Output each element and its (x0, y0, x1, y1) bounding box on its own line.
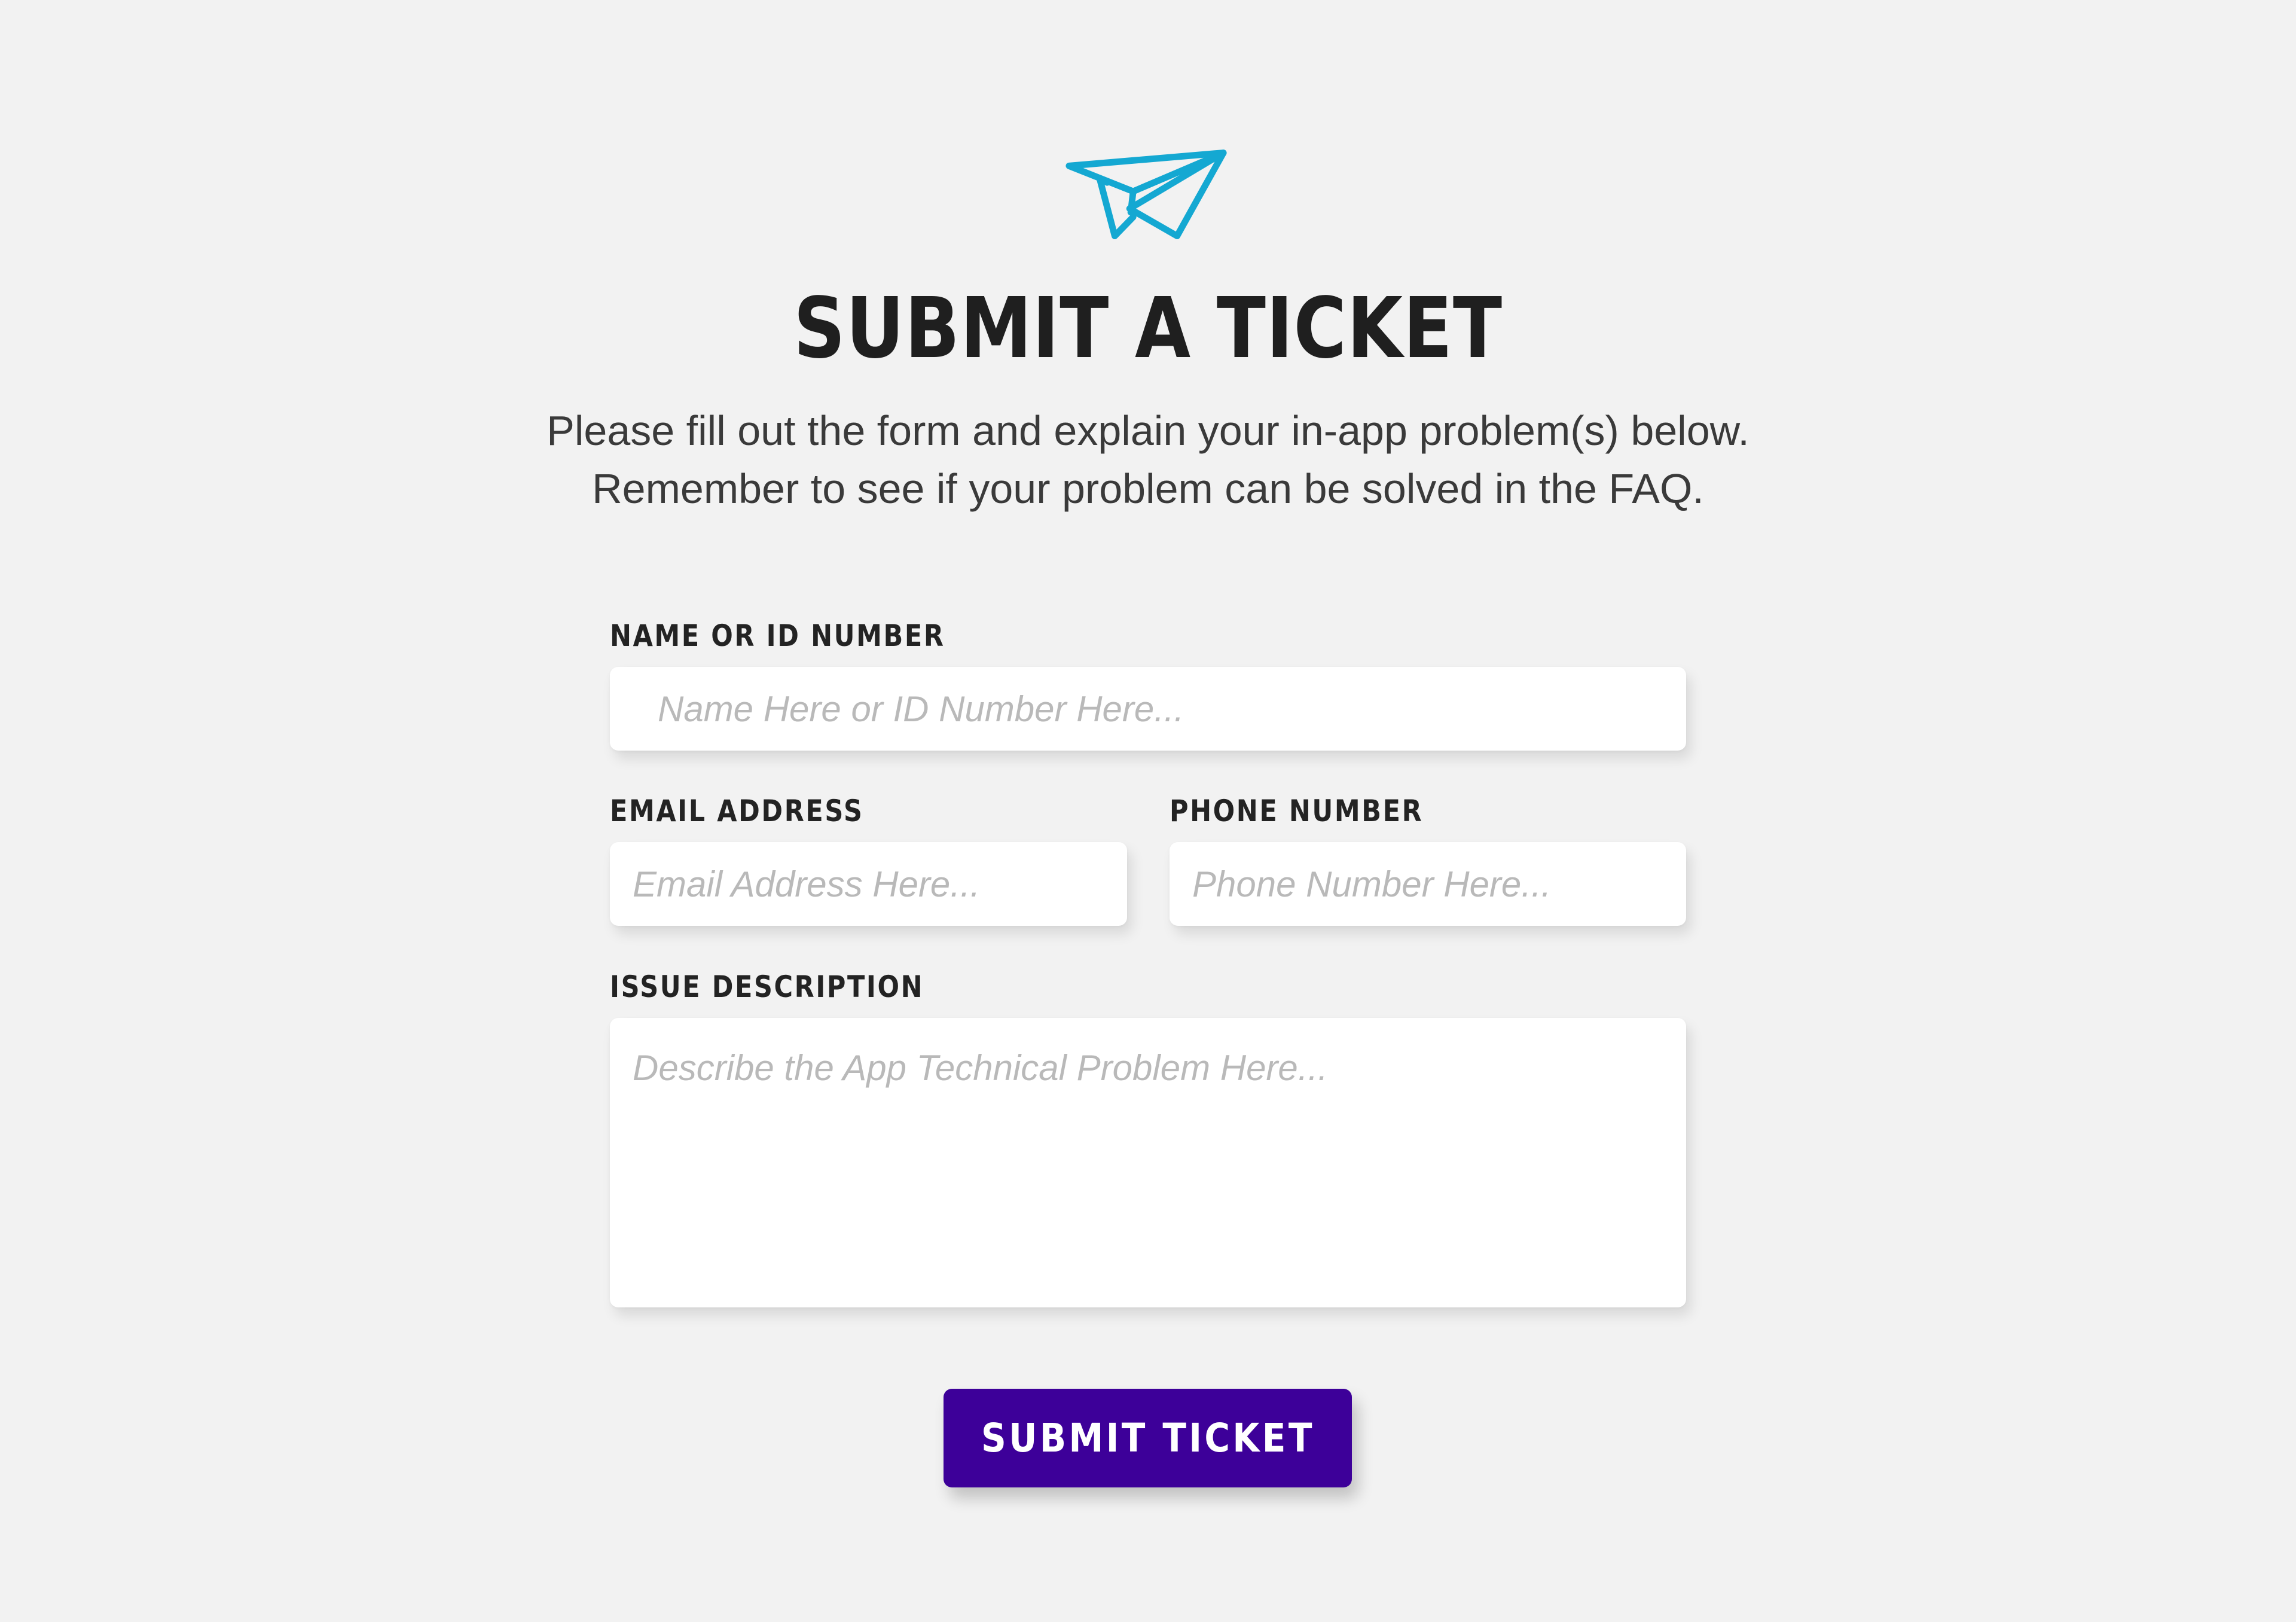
email-field-label: EMAIL ADDRESS (610, 794, 864, 828)
email-input[interactable] (610, 842, 1127, 926)
submit-ticket-button[interactable]: SUBMIT TICKET (944, 1389, 1352, 1487)
page-title: SUBMIT A TICKET (793, 280, 1503, 377)
paper-plane-icon (1064, 147, 1231, 248)
issue-field-label: ISSUE DESCRIPTION (610, 969, 924, 1004)
subtitle-line-2: Remember to see if your problem can be s… (592, 465, 1704, 512)
phone-input[interactable] (1170, 842, 1686, 926)
issue-description-textarea[interactable] (610, 1018, 1686, 1307)
phone-field-label: PHONE NUMBER (1170, 794, 1424, 828)
submit-ticket-button-label: SUBMIT TICKET (981, 1415, 1315, 1461)
name-id-input[interactable] (610, 667, 1686, 751)
subtitle-line-1: Please fill out the form and explain you… (546, 407, 1750, 454)
name-field-label: NAME OR ID NUMBER (610, 618, 945, 653)
